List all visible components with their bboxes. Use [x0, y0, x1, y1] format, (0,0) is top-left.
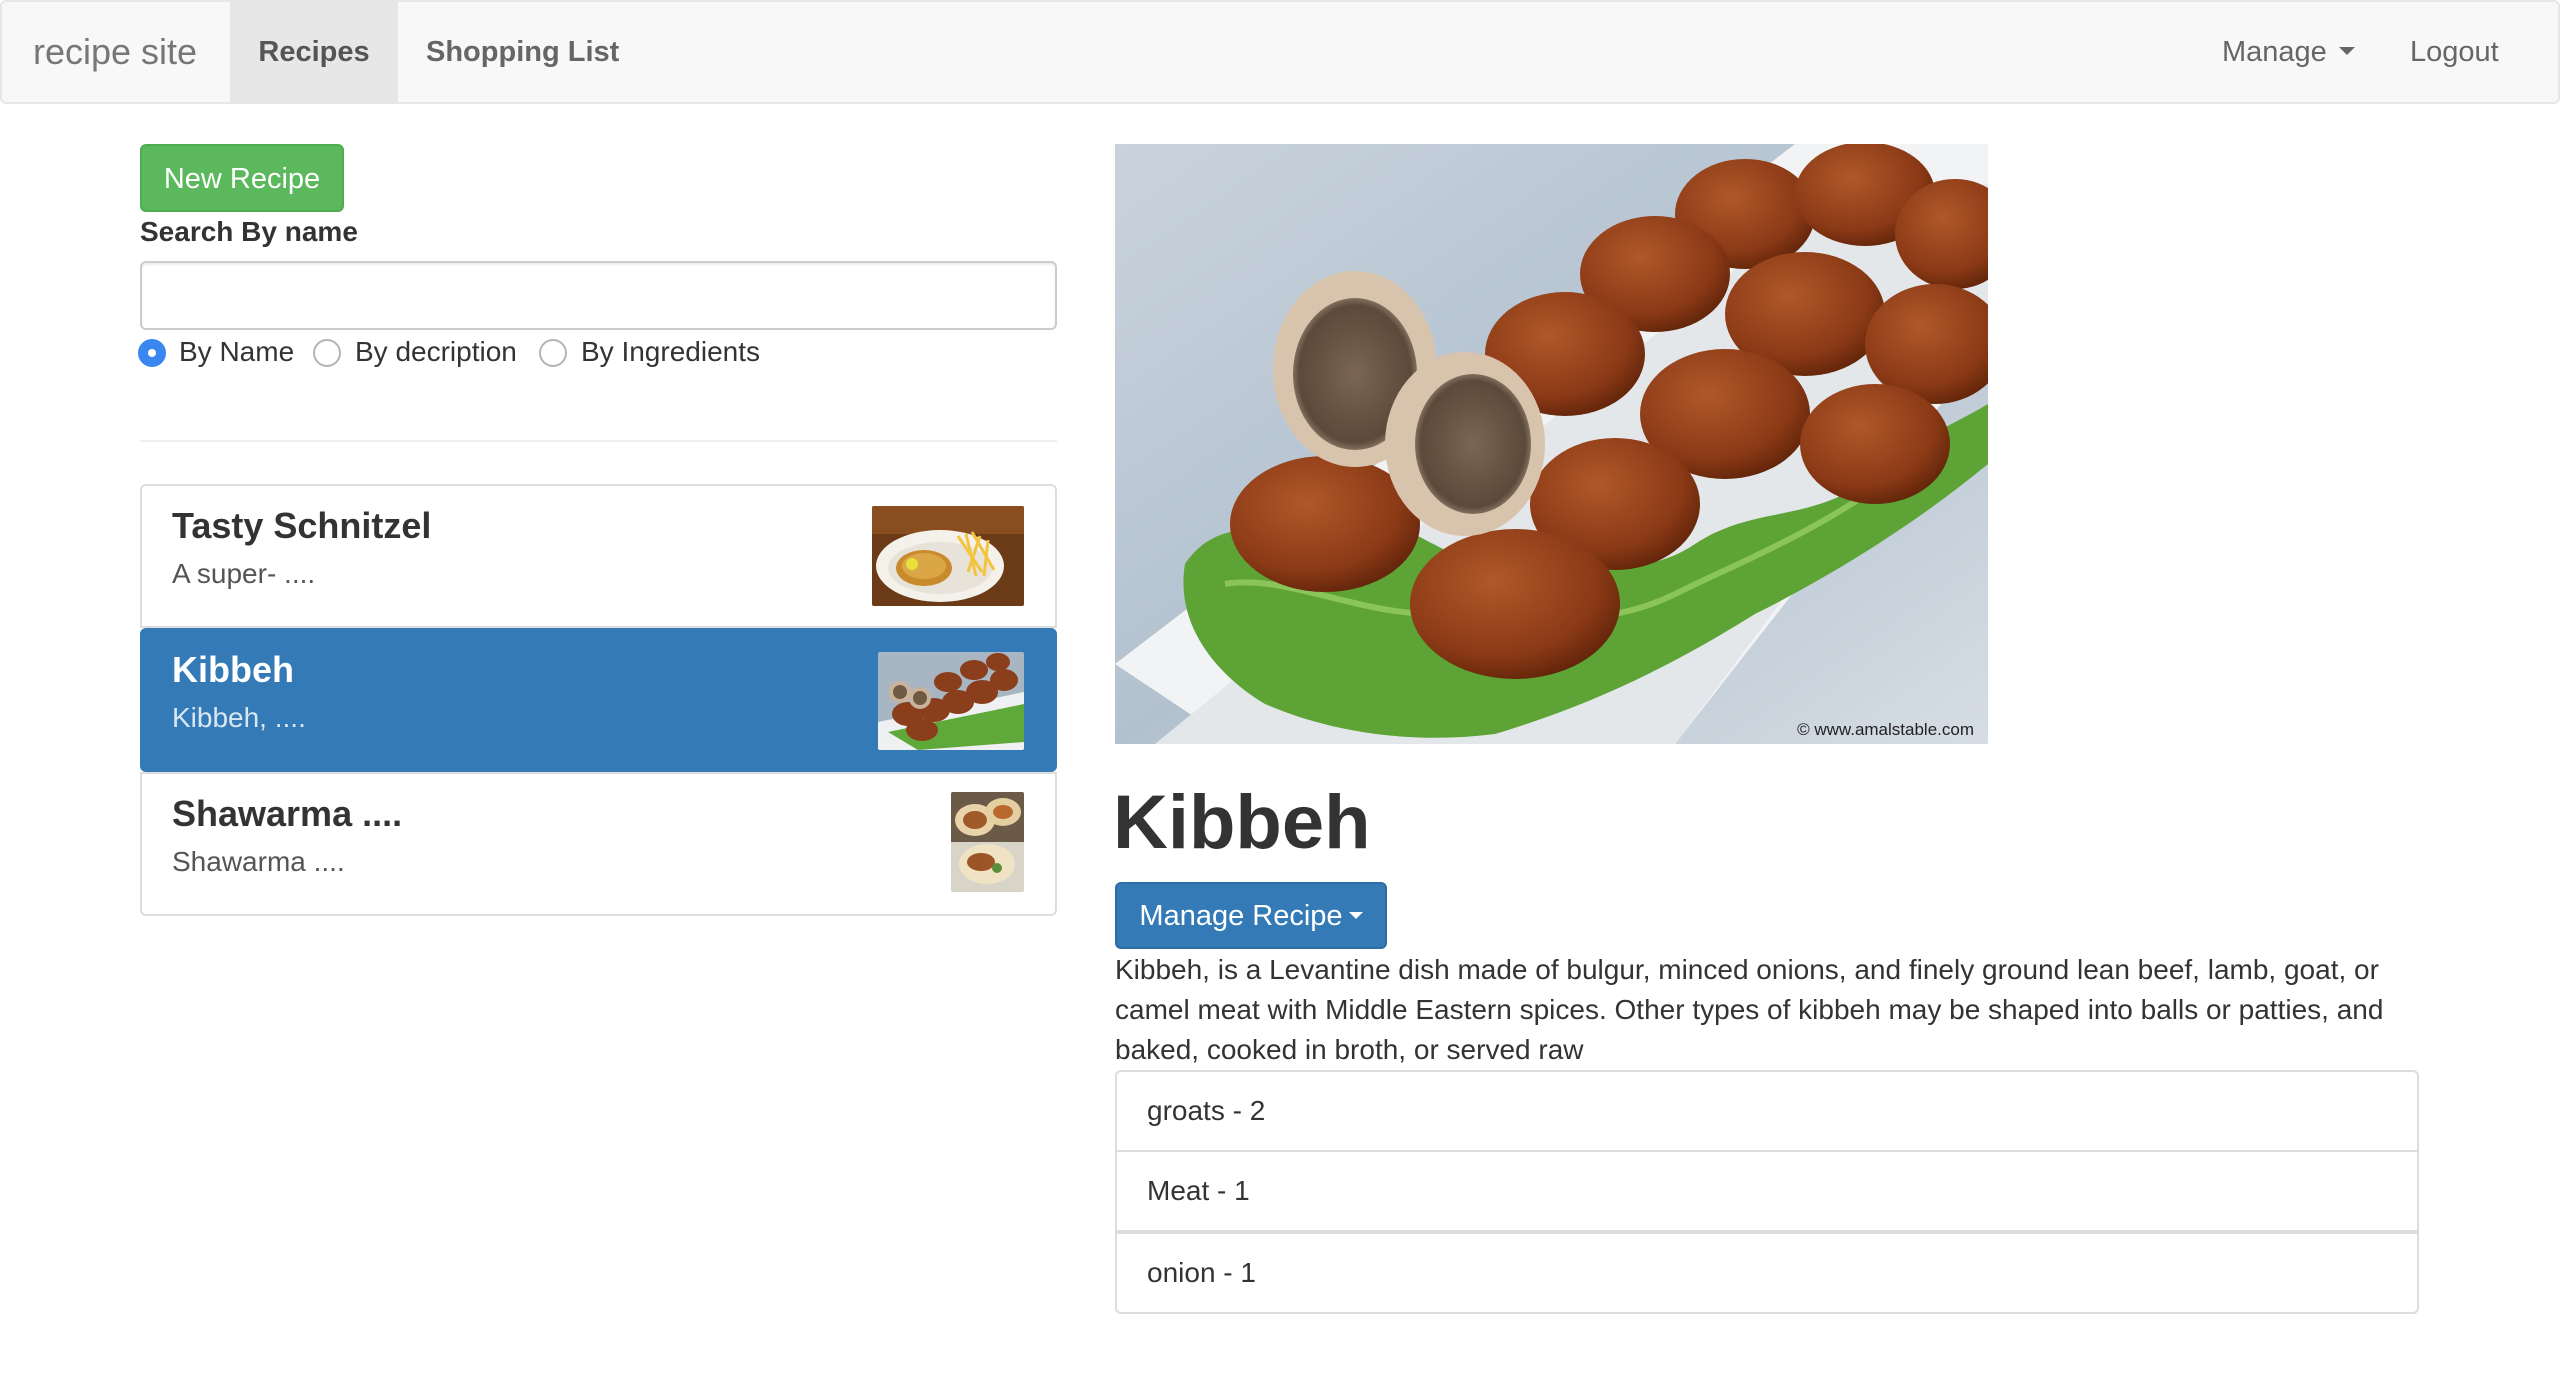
radio-by-description[interactable]	[313, 339, 341, 367]
new-recipe-button[interactable]: New Recipe	[140, 144, 344, 212]
divider	[140, 440, 1057, 442]
logout-link[interactable]: Logout	[2410, 2, 2499, 102]
radio-label-by-ingredients[interactable]: By Ingredients	[581, 334, 760, 370]
recipe-item-name: Kibbeh	[172, 649, 294, 690]
radio-label-by-description[interactable]: By decription	[355, 334, 517, 370]
manage-recipe-button[interactable]: Manage Recipe	[1115, 882, 1387, 949]
ingredient-item: groats - 2	[1115, 1070, 2419, 1152]
radio-by-ingredients[interactable]	[539, 339, 567, 367]
recipe-hero-image: © www.amalstable.com	[1115, 144, 1988, 744]
image-watermark: © www.amalstable.com	[1797, 720, 1974, 739]
caret-down-icon	[2338, 47, 2355, 56]
shawarma-thumbnail	[951, 792, 1024, 892]
recipe-description: Kibbeh, is a Levantine dish made of bulg…	[1115, 954, 2384, 1065]
schnitzel-thumbnail	[872, 506, 1024, 606]
ingredient-item: onion - 1	[1115, 1232, 2419, 1314]
caret-down-icon	[1348, 911, 1363, 919]
recipe-item-description: Shawarma ....	[172, 846, 345, 877]
radio-by-name[interactable]	[138, 339, 166, 367]
nav-tab-recipes[interactable]: Recipes	[230, 2, 398, 102]
ingredient-item: Meat - 1	[1115, 1152, 2419, 1232]
recipe-item-description: A super- ....	[172, 558, 316, 589]
recipe-title: Kibbeh	[1113, 780, 1371, 865]
recipe-list-item-tasty-schnitzel[interactable]: Tasty Schnitzel A super- ....	[140, 484, 1057, 628]
manage-dropdown-label: Manage	[2222, 36, 2327, 68]
recipe-item-name: Tasty Schnitzel	[172, 505, 432, 546]
recipe-item-description: Kibbeh, ....	[172, 702, 306, 733]
recipe-list-item-shawarma[interactable]: Shawarma .... Shawarma ....	[140, 772, 1057, 916]
radio-label-by-name[interactable]: By Name	[179, 334, 294, 370]
nav-tab-shopping-list[interactable]: Shopping List	[426, 2, 619, 102]
search-label: Search By name	[140, 216, 358, 247]
kibbeh-thumbnail	[878, 652, 1024, 750]
recipe-item-name: Shawarma ....	[172, 793, 403, 834]
brand-link[interactable]: recipe site	[33, 2, 197, 102]
top-navbar: recipe site Recipes Shopping List Manage…	[0, 0, 2560, 104]
manage-dropdown[interactable]: Manage	[2222, 2, 2355, 102]
manage-recipe-label: Manage Recipe	[1139, 900, 1343, 932]
search-input[interactable]	[140, 261, 1057, 330]
recipe-list-item-kibbeh[interactable]: Kibbeh Kibbeh, ....	[140, 628, 1057, 772]
